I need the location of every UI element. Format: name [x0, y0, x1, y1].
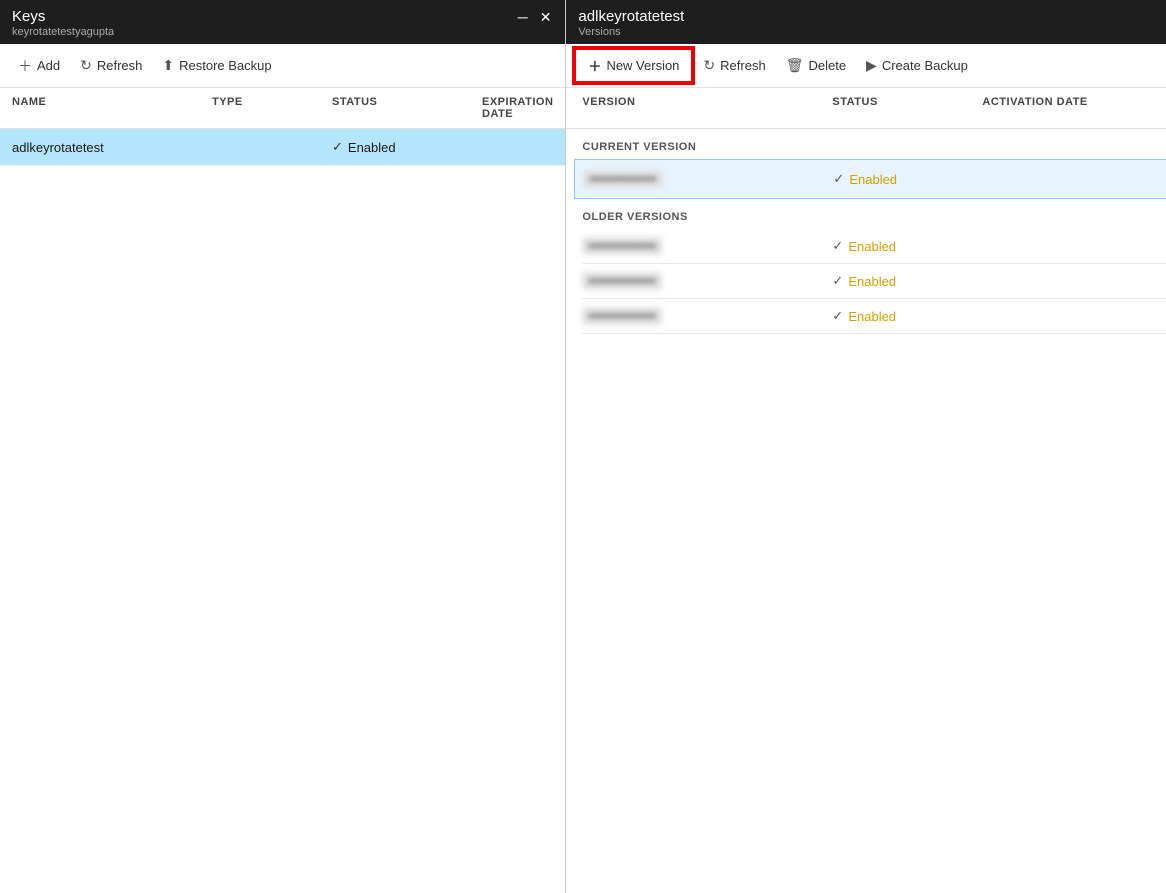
new-version-plus-icon: ＋	[588, 56, 601, 75]
add-icon: ＋	[18, 56, 32, 76]
restore-backup-label: Restore Backup	[179, 58, 272, 73]
delete-button[interactable]: 🗑 Delete	[776, 51, 856, 80]
versions-table-header: VERSION STATUS ACTIVATION DATE EXPIRATIO…	[566, 88, 1166, 129]
older-version-id-1: ••••••••••••••••	[582, 272, 832, 290]
right-toolbar: ＋ New Version ↻ Refresh 🗑 Delete ▶ Creat…	[566, 44, 1166, 88]
vcol-activation: ACTIVATION DATE	[982, 96, 1166, 120]
left-panel-title: Keys	[12, 8, 114, 25]
left-close-btn[interactable]: ✕	[538, 10, 554, 24]
left-panel-header: Keys keyrotatetestyagupta ─ ✕	[0, 0, 565, 44]
col-status: STATUS	[332, 96, 482, 120]
refresh-icon-right: ↻	[703, 57, 715, 74]
right-title-group: adlkeyrotatetest Versions	[578, 8, 684, 38]
older-check-icon-1: ✓	[832, 273, 843, 289]
current-version-id: ••••••••••••••••	[583, 170, 833, 188]
left-panel-subtitle: keyrotatetestyagupta	[12, 26, 114, 38]
older-version-row-2[interactable]: •••••••••••••••• ✓ Enabled	[582, 299, 1166, 334]
left-table-body: adlkeyrotatetest ✓ Enabled	[0, 129, 565, 893]
status-enabled: ✓ Enabled	[332, 139, 482, 155]
older-version-status-0: ✓ Enabled	[832, 238, 982, 254]
refresh-label-left: Refresh	[97, 58, 143, 73]
current-version-row[interactable]: •••••••••••••••• ✓ Enabled	[574, 159, 1166, 199]
right-panel-subtitle: Versions	[578, 26, 684, 38]
col-expiration: EXPIRATION DATE	[482, 96, 553, 120]
vcol-status: STATUS	[832, 96, 982, 120]
older-check-icon-0: ✓	[832, 238, 843, 254]
create-backup-icon: ▶	[866, 57, 877, 74]
delete-icon: 🗑	[786, 57, 804, 74]
new-version-button[interactable]: ＋ New Version	[574, 48, 693, 83]
add-label: Add	[37, 58, 60, 73]
refresh-button-right[interactable]: ↻ Refresh	[693, 51, 775, 80]
current-version-status: ✓ Enabled	[833, 171, 983, 187]
older-version-id-2: ••••••••••••••••	[582, 307, 832, 325]
refresh-icon-left: ↻	[80, 57, 92, 74]
right-panel-header: adlkeyrotatetest Versions ─ ✕	[566, 0, 1166, 44]
restore-icon: ⬆	[162, 57, 174, 74]
older-version-status-2: ✓ Enabled	[832, 308, 982, 324]
current-status-text: Enabled	[849, 172, 897, 187]
restore-backup-button[interactable]: ⬆ Restore Backup	[152, 51, 281, 80]
right-panel: adlkeyrotatetest Versions ─ ✕ ＋ New Vers…	[566, 0, 1166, 893]
add-button[interactable]: ＋ Add	[8, 50, 70, 82]
older-status-text-2: Enabled	[848, 309, 896, 324]
older-versions-label: OLDER VERSIONS	[582, 199, 1166, 229]
left-toolbar: ＋ Add ↻ Refresh ⬆ Restore Backup	[0, 44, 565, 88]
current-version-label: CURRENT VERSION	[582, 129, 1166, 159]
check-icon: ✓	[332, 139, 343, 155]
older-version-row-0[interactable]: •••••••••••••••• ✓ Enabled	[582, 229, 1166, 264]
versions-body: CURRENT VERSION •••••••••••••••• ✓ Enabl…	[566, 129, 1166, 893]
refresh-label-right: Refresh	[720, 58, 766, 73]
left-panel: Keys keyrotatetestyagupta ─ ✕ ＋ Add ↻ Re…	[0, 0, 566, 893]
older-status-text-1: Enabled	[848, 274, 896, 289]
left-table-header: NAME TYPE STATUS EXPIRATION DATE	[0, 88, 565, 129]
create-backup-button[interactable]: ▶ Create Backup	[856, 51, 978, 80]
current-status-check-icon: ✓	[833, 171, 844, 187]
new-version-label: New Version	[606, 58, 679, 73]
status-text: Enabled	[348, 140, 396, 155]
left-minimize-btn[interactable]: ─	[516, 10, 530, 24]
left-title-group: Keys keyrotatetestyagupta	[12, 8, 114, 38]
col-type: TYPE	[212, 96, 332, 120]
row-status: ✓ Enabled	[332, 139, 482, 155]
left-window-controls: ─ ✕	[516, 10, 554, 24]
vcol-version: VERSION	[582, 96, 832, 120]
row-name: adlkeyrotatetest	[12, 140, 212, 155]
older-version-id-0: ••••••••••••••••	[582, 237, 832, 255]
create-backup-label: Create Backup	[882, 58, 968, 73]
refresh-button-left[interactable]: ↻ Refresh	[70, 51, 152, 80]
older-version-status-1: ✓ Enabled	[832, 273, 982, 289]
delete-label: Delete	[808, 58, 846, 73]
older-status-text-0: Enabled	[848, 239, 896, 254]
right-panel-title: adlkeyrotatetest	[578, 8, 684, 25]
older-check-icon-2: ✓	[832, 308, 843, 324]
older-version-row-1[interactable]: •••••••••••••••• ✓ Enabled	[582, 264, 1166, 299]
col-name: NAME	[12, 96, 212, 120]
table-row[interactable]: adlkeyrotatetest ✓ Enabled	[0, 129, 565, 166]
